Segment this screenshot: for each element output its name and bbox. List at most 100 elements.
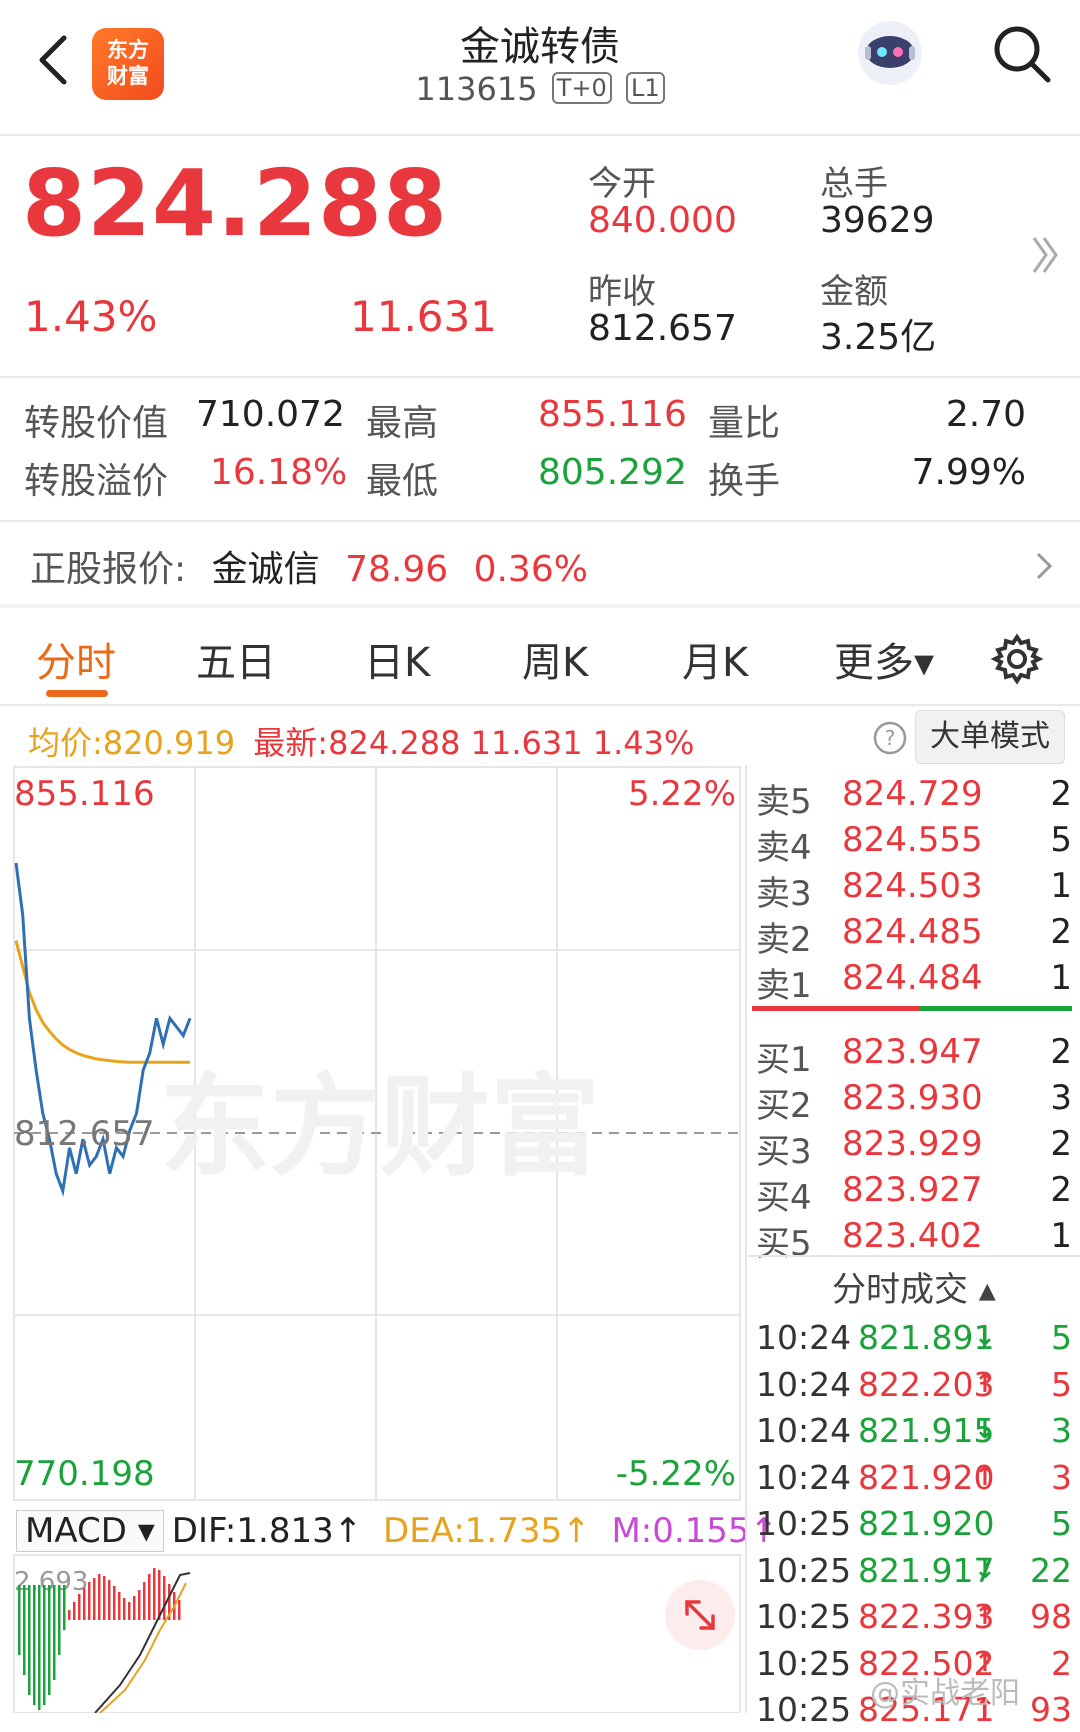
pct-bottom-label: -5.22%: [616, 1454, 736, 1494]
ask-row[interactable]: 卖2 824.485 2: [756, 912, 1076, 960]
tab-daily-k[interactable]: 日K: [364, 630, 430, 688]
trade-time: 10:25: [756, 1597, 852, 1636]
trade-time: 10:25: [756, 1643, 852, 1683]
macd-bar: [23, 1585, 26, 1675]
change-percent: 1.43%: [24, 292, 158, 341]
bid-row[interactable]: 买1 823.947 2: [756, 1032, 1076, 1080]
chevron-right-icon[interactable]: [1034, 550, 1054, 582]
trade-row: 10:24 821.920 ↑ 3: [756, 1458, 1076, 1500]
ask-price: 824.485: [842, 912, 983, 952]
trades-header[interactable]: 分时成交 ▴: [832, 1262, 996, 1311]
ask-row[interactable]: 卖1 824.484 1: [756, 958, 1076, 1006]
macd-bar: [178, 1600, 181, 1620]
ask-price: 824.484: [842, 958, 983, 998]
robot-assistant-icon[interactable]: [855, 18, 925, 88]
expand-icon: [685, 1600, 715, 1630]
ask-level-label: 卖3: [756, 874, 812, 914]
bid-level-label: 买3: [756, 1132, 812, 1172]
y-axis-top-label: 855.116: [14, 774, 155, 814]
low-label: 最低: [366, 461, 439, 502]
amount-value: 3.25亿: [820, 317, 937, 358]
macd-bar: [58, 1585, 61, 1655]
bid-price: 823.927: [842, 1170, 983, 1210]
macd-bar: [73, 1602, 76, 1620]
ask-price: 824.555: [842, 820, 983, 860]
trade-volume: 3: [1051, 1457, 1072, 1497]
chart-watermark: 东方财富: [160, 1063, 600, 1191]
macd-bar: [83, 1588, 86, 1620]
expand-details-icon[interactable]: [1030, 232, 1060, 278]
macd-bar: [108, 1580, 111, 1620]
ask-row[interactable]: 卖4 824.555 5: [756, 820, 1076, 868]
active-tab-indicator: [46, 690, 108, 697]
ask-volume: 2: [1050, 774, 1072, 814]
ask-price: 824.503: [842, 866, 983, 906]
avg-price-label: 均价:: [28, 724, 103, 762]
tab-more[interactable]: 更多▾: [834, 630, 934, 688]
intraday-chart[interactable]: 东方财富 855.116 5.22% 812.657 770.198 -5.22…: [0, 765, 745, 1713]
last-price: 824.288: [22, 150, 449, 257]
conversion-value: 710.072: [196, 394, 345, 435]
macd-grid: [13, 1554, 741, 1713]
trade-volume: 22: [1030, 1550, 1072, 1590]
ask-row[interactable]: 卖5 824.729 2: [756, 774, 1076, 822]
fullscreen-button[interactable]: [665, 1580, 735, 1650]
macd-bar: [18, 1585, 21, 1655]
gear-icon[interactable]: [990, 632, 1044, 686]
big-order-mode-button[interactable]: 大单模式: [915, 710, 1065, 764]
ask-price: 824.729: [842, 774, 983, 814]
underlying-price: 78.96: [345, 549, 449, 590]
macd-bar: [128, 1602, 131, 1620]
help-icon[interactable]: ?: [872, 720, 908, 756]
conversion-premium-label: 转股溢价: [24, 461, 169, 502]
trade-volume: 5: [1051, 1318, 1072, 1357]
ask-level-label: 卖1: [756, 966, 812, 1006]
tag-l1: L1: [625, 72, 665, 104]
latest-values: 824.288 11.631 1.43%: [328, 724, 695, 762]
tab-five-day[interactable]: 五日: [196, 630, 276, 688]
tab-monthly-k[interactable]: 月K: [682, 630, 748, 688]
macd-bar: [158, 1570, 161, 1620]
bid-row[interactable]: 买3 823.929 2: [756, 1124, 1076, 1172]
bid-row[interactable]: 买5 823.402 1: [756, 1216, 1076, 1264]
trades-top-divider: [748, 1255, 1080, 1257]
macd-bar: [103, 1576, 106, 1620]
bid-ratio-bar: [920, 1006, 1072, 1011]
macd-bar: [63, 1585, 66, 1630]
trade-row: 10:24 821.915 ↓ 3: [756, 1411, 1076, 1453]
intraday-info-line: 均价:820.919 最新:824.288 11.631 1.43%: [28, 718, 694, 764]
macd-bar: [123, 1598, 126, 1620]
macd-m: M:0.155↑: [611, 1511, 779, 1551]
prev-close-value: 812.657: [588, 308, 737, 349]
avg-price: 820.919: [102, 724, 236, 762]
bid-price: 823.947: [842, 1032, 983, 1072]
macd-bar: [38, 1585, 41, 1710]
macd-bar: [68, 1610, 71, 1620]
bid-volume: 3: [1050, 1078, 1072, 1118]
ask-volume: 5: [1050, 820, 1072, 860]
low-value: 805.292: [538, 452, 687, 493]
underlying-pct: 0.36%: [473, 549, 588, 590]
trade-volume: 3: [1051, 1411, 1072, 1450]
trade-row: 10:25 821.917 ↓ 22: [756, 1551, 1076, 1593]
trade-time: 10:24: [756, 1457, 852, 1497]
bid-row[interactable]: 买4 823.927 2: [756, 1170, 1076, 1218]
tab-weekly-k[interactable]: 周K: [522, 630, 588, 688]
tab-intraday[interactable]: 分时: [36, 630, 116, 688]
bid-row[interactable]: 买2 823.930 3: [756, 1078, 1076, 1126]
macd-bar: [43, 1585, 46, 1705]
macd-bar: [133, 1596, 136, 1620]
search-icon[interactable]: [990, 22, 1054, 86]
ask-row[interactable]: 卖3 824.503 1: [756, 866, 1076, 914]
macd-bar: [163, 1576, 166, 1620]
conversion-premium: 16.18%: [210, 452, 348, 493]
bid-level-label: 买5: [756, 1224, 812, 1264]
macd-bar: [48, 1585, 51, 1695]
macd-bar: [78, 1594, 81, 1620]
macd-dea: DEA:1.735↑: [383, 1511, 591, 1551]
macd-selector[interactable]: MACD ▾: [16, 1510, 164, 1552]
macd-bar: [98, 1574, 101, 1620]
bid-volume: 2: [1050, 1032, 1072, 1072]
volume-ratio: 2.70: [945, 394, 1026, 435]
underlying-stock-row[interactable]: 正股报价: 金诚信 78.96 0.36%: [30, 540, 588, 592]
